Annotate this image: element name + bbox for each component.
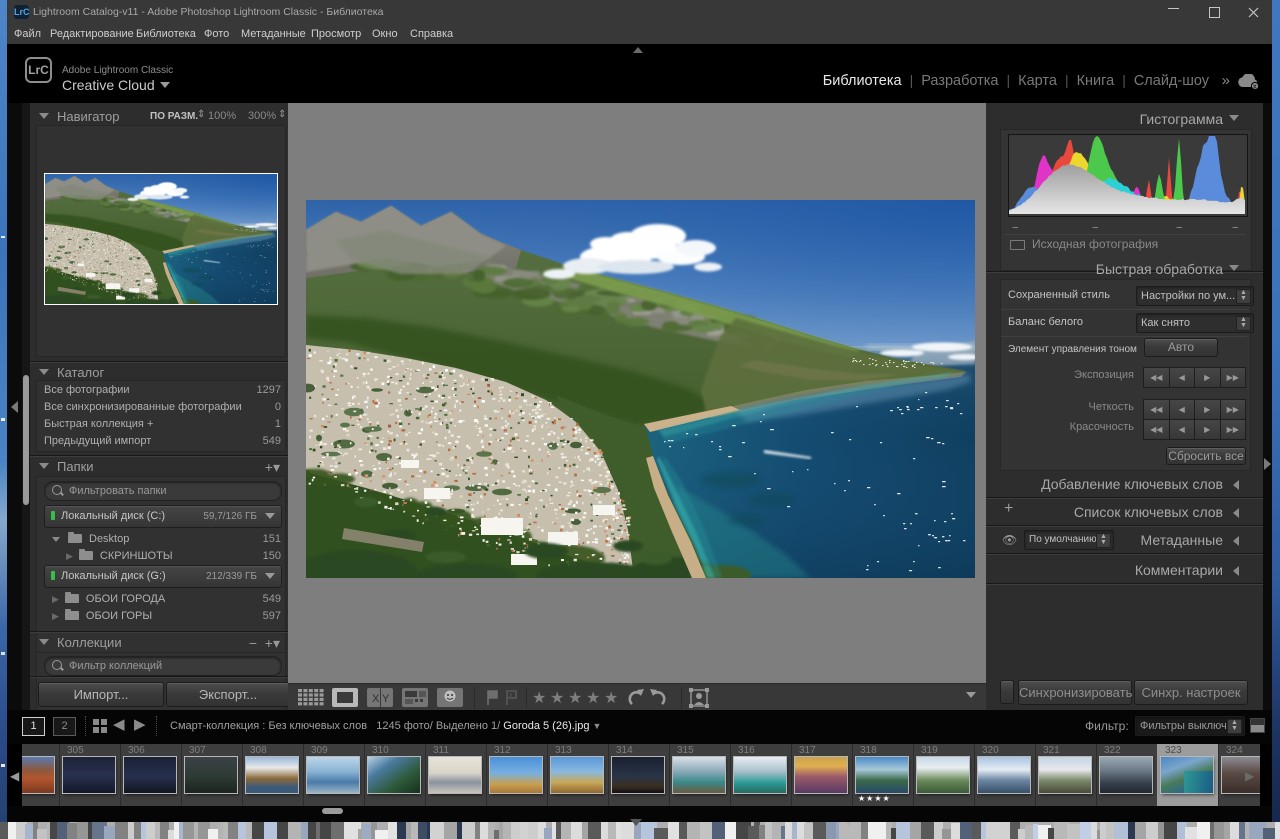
svg-text:X: X	[372, 693, 380, 705]
svg-text:x: x	[1253, 84, 1257, 91]
svg-text:★: ★	[532, 690, 546, 707]
svg-text:★: ★	[550, 690, 564, 707]
svg-text:★: ★	[586, 690, 600, 707]
svg-text:★: ★	[568, 690, 582, 707]
svg-text:x: x	[509, 692, 513, 699]
svg-text:★: ★	[604, 690, 618, 707]
svg-text:Y: Y	[382, 693, 390, 705]
